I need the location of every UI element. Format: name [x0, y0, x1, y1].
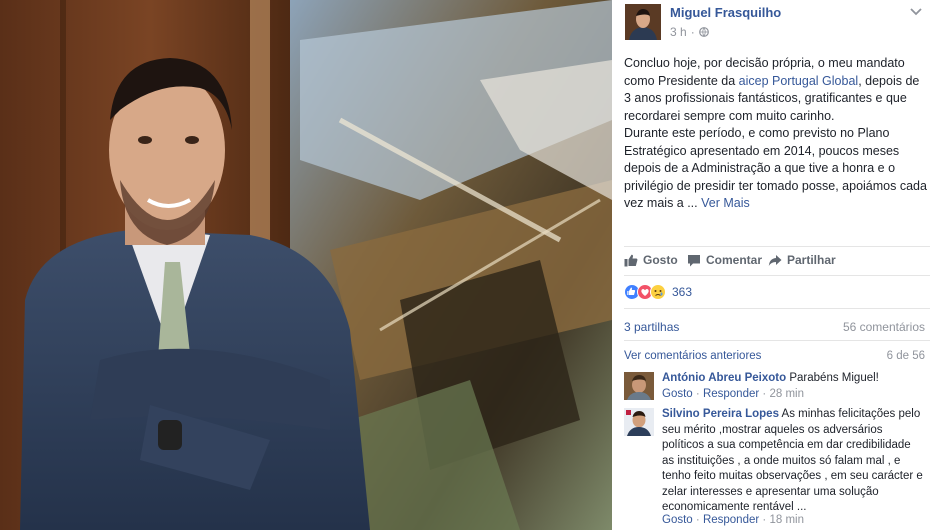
author-name[interactable]: Miguel Frasquilho	[670, 5, 781, 20]
comment-reply-link[interactable]: Responder	[703, 514, 759, 526]
divider	[624, 340, 930, 341]
shares-count[interactable]: 3 partilhas	[624, 320, 679, 334]
reactions-summary[interactable]: 363	[624, 284, 692, 300]
author-avatar[interactable]	[625, 4, 661, 40]
commenter-avatar[interactable]	[624, 372, 654, 400]
comment-time[interactable]: 18 min	[769, 514, 804, 526]
comment-time[interactable]: 28 min	[769, 388, 804, 400]
commenter-avatar[interactable]	[624, 408, 654, 436]
portrait-photo	[0, 0, 612, 530]
commenter-name[interactable]: Silvino Pereira Lopes	[662, 408, 779, 420]
comment-like-link[interactable]: Gosto	[662, 388, 693, 400]
meta-separator: ·	[690, 25, 695, 39]
separator: ·	[695, 388, 700, 400]
comment-text: As minhas felicitações pelo seu mérito ,…	[662, 408, 923, 513]
view-previous-comments[interactable]: Ver comentários anteriores	[624, 350, 761, 362]
post-time[interactable]: 3 h	[670, 25, 687, 39]
sad-reaction-icon	[650, 284, 666, 300]
share-button[interactable]: Partilhar	[768, 253, 836, 267]
separator: ·	[762, 514, 767, 526]
post-meta: 3 h ·	[670, 25, 709, 39]
comment-like-link[interactable]: Gosto	[662, 514, 693, 526]
divider	[624, 275, 930, 276]
comment-text: Parabéns Miguel!	[789, 372, 879, 384]
share-label: Partilhar	[787, 253, 836, 267]
comments-pager: 6 de 56	[886, 350, 925, 362]
reactions-count: 363	[672, 285, 693, 299]
divider	[624, 246, 930, 247]
comment-reply-link[interactable]: Responder	[703, 388, 759, 400]
globe-icon	[698, 27, 709, 37]
post-text-part: Durante este período, e como previsto no…	[624, 126, 927, 210]
like-button[interactable]: Gosto	[624, 253, 678, 267]
avatar-image	[624, 372, 654, 400]
post-body: Concluo hoje, por decisão própria, o meu…	[624, 55, 929, 213]
comment-icon	[688, 254, 700, 266]
comment-actions: Gosto · Responder · 18 min	[662, 514, 804, 526]
post-panel: Miguel Frasquilho 3 h · Concluo hoje, po…	[612, 0, 942, 530]
aicep-link[interactable]: aicep Portugal Global	[739, 74, 859, 88]
like-label: Gosto	[643, 253, 678, 267]
post-photo[interactable]	[0, 0, 612, 530]
share-icon	[768, 254, 782, 266]
comments-count[interactable]: 56 comentários	[843, 320, 925, 334]
separator: ·	[762, 388, 767, 400]
thumbs-up-icon	[624, 254, 638, 266]
avatar-image	[625, 4, 661, 40]
comment-item: Silvino Pereira Lopes As minhas felicita…	[662, 407, 924, 516]
reaction-icons	[624, 284, 666, 300]
commenter-name[interactable]: António Abreu Peixoto	[662, 372, 786, 384]
comment-item: António Abreu Peixoto Parabéns Miguel!	[662, 371, 930, 387]
comment-label: Comentar	[706, 253, 763, 267]
divider	[624, 308, 930, 309]
separator: ·	[695, 514, 700, 526]
comment-actions: Gosto · Responder · 28 min	[662, 388, 804, 400]
see-more-link[interactable]: Ver Mais	[701, 196, 750, 210]
comment-button[interactable]: Comentar	[687, 253, 762, 267]
chevron-down-icon[interactable]	[910, 8, 922, 16]
avatar-image	[624, 408, 654, 436]
